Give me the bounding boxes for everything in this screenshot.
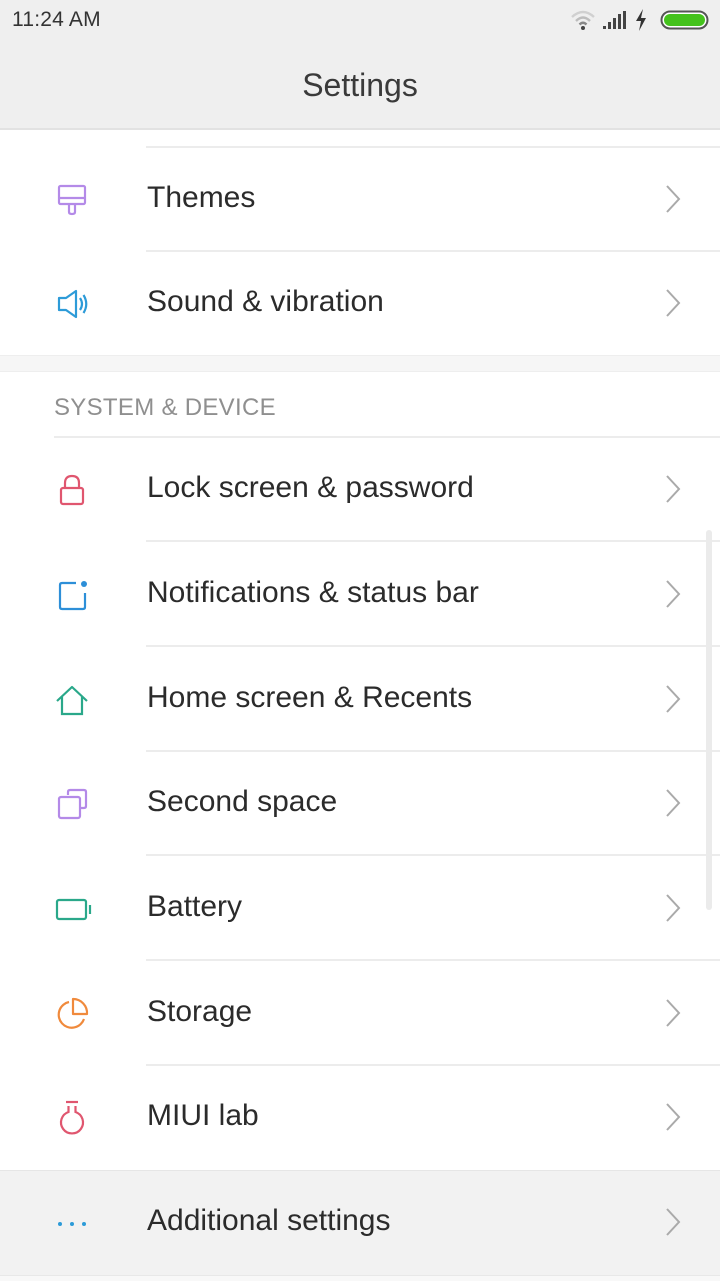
settings-item-label: Themes: [147, 181, 256, 214]
divider: [146, 540, 720, 542]
chevron-right-icon: [666, 185, 681, 213]
home-icon: [56, 685, 88, 716]
settings-item-miui-lab[interactable]: MIUI lab: [0, 1066, 720, 1170]
settings-item-second-space[interactable]: Second space: [0, 752, 720, 856]
second-space-icon: [57, 788, 88, 820]
battery-icon: [660, 10, 709, 30]
signal-icon: [603, 11, 626, 29]
wifi-icon: [571, 10, 595, 30]
chevron-right-icon: [666, 789, 681, 817]
settings-item-storage[interactable]: Storage: [0, 962, 720, 1066]
list-bottom-edge: [0, 1275, 720, 1281]
battery-item-icon: [55, 898, 92, 921]
chevron-right-icon: [666, 289, 681, 317]
chevron-right-icon: [666, 1103, 681, 1131]
settings-item-label: Additional settings: [147, 1204, 391, 1237]
chevron-right-icon: [666, 580, 681, 608]
settings-item-lock-screen[interactable]: Lock screen & password: [0, 438, 720, 542]
settings-item-label: Sound & vibration: [147, 285, 384, 318]
settings-item-home-screen[interactable]: Home screen & Recents: [0, 648, 720, 752]
divider: [146, 959, 720, 961]
settings-item-label: Lock screen & password: [147, 471, 474, 504]
storage-pie-icon: [57, 997, 89, 1029]
settings-item-sound-vibration[interactable]: Sound & vibration: [0, 252, 720, 356]
section-header-label: SYSTEM & DEVICE: [54, 394, 276, 421]
settings-item-label: Home screen & Recents: [147, 681, 473, 714]
charging-icon: [636, 9, 646, 31]
settings-item-label: Notifications & status bar: [147, 576, 479, 609]
settings-item-notifications[interactable]: Notifications & status bar: [0, 543, 720, 647]
settings-item-label: Second space: [147, 785, 338, 818]
settings-item-label: Battery: [147, 890, 243, 923]
section-header-system-device: SYSTEM & DEVICE: [0, 372, 720, 438]
title-bar: Settings: [0, 40, 720, 130]
flask-icon: [59, 1100, 85, 1135]
section-gap: [0, 355, 720, 372]
chevron-right-icon: [666, 685, 681, 713]
status-time: 11:24 AM: [12, 8, 101, 31]
chevron-right-icon: [666, 1208, 681, 1236]
page-title: Settings: [302, 67, 418, 103]
divider: [146, 645, 720, 647]
settings-item-additional-settings[interactable]: Additional settings: [0, 1170, 720, 1275]
scrollbar[interactable]: [706, 530, 712, 910]
speaker-icon: [57, 289, 88, 319]
settings-item-themes[interactable]: Themes: [0, 148, 720, 252]
status-bar: 11:24 AM: [0, 0, 720, 40]
lock-icon: [59, 474, 85, 506]
chevron-right-icon: [666, 475, 681, 503]
settings-list[interactable]: Themes Sound & vibration SYSTEM & DEVICE…: [0, 130, 720, 1280]
settings-item-battery[interactable]: Battery: [0, 857, 720, 961]
brush-icon: [57, 184, 87, 216]
divider: [146, 854, 720, 856]
settings-item-label: Storage: [147, 995, 253, 1028]
notification-icon: [58, 581, 87, 611]
settings-item-label: MIUI lab: [147, 1099, 259, 1132]
chevron-right-icon: [666, 999, 681, 1027]
more-dots-icon: [58, 1222, 86, 1226]
chevron-right-icon: [666, 894, 681, 922]
